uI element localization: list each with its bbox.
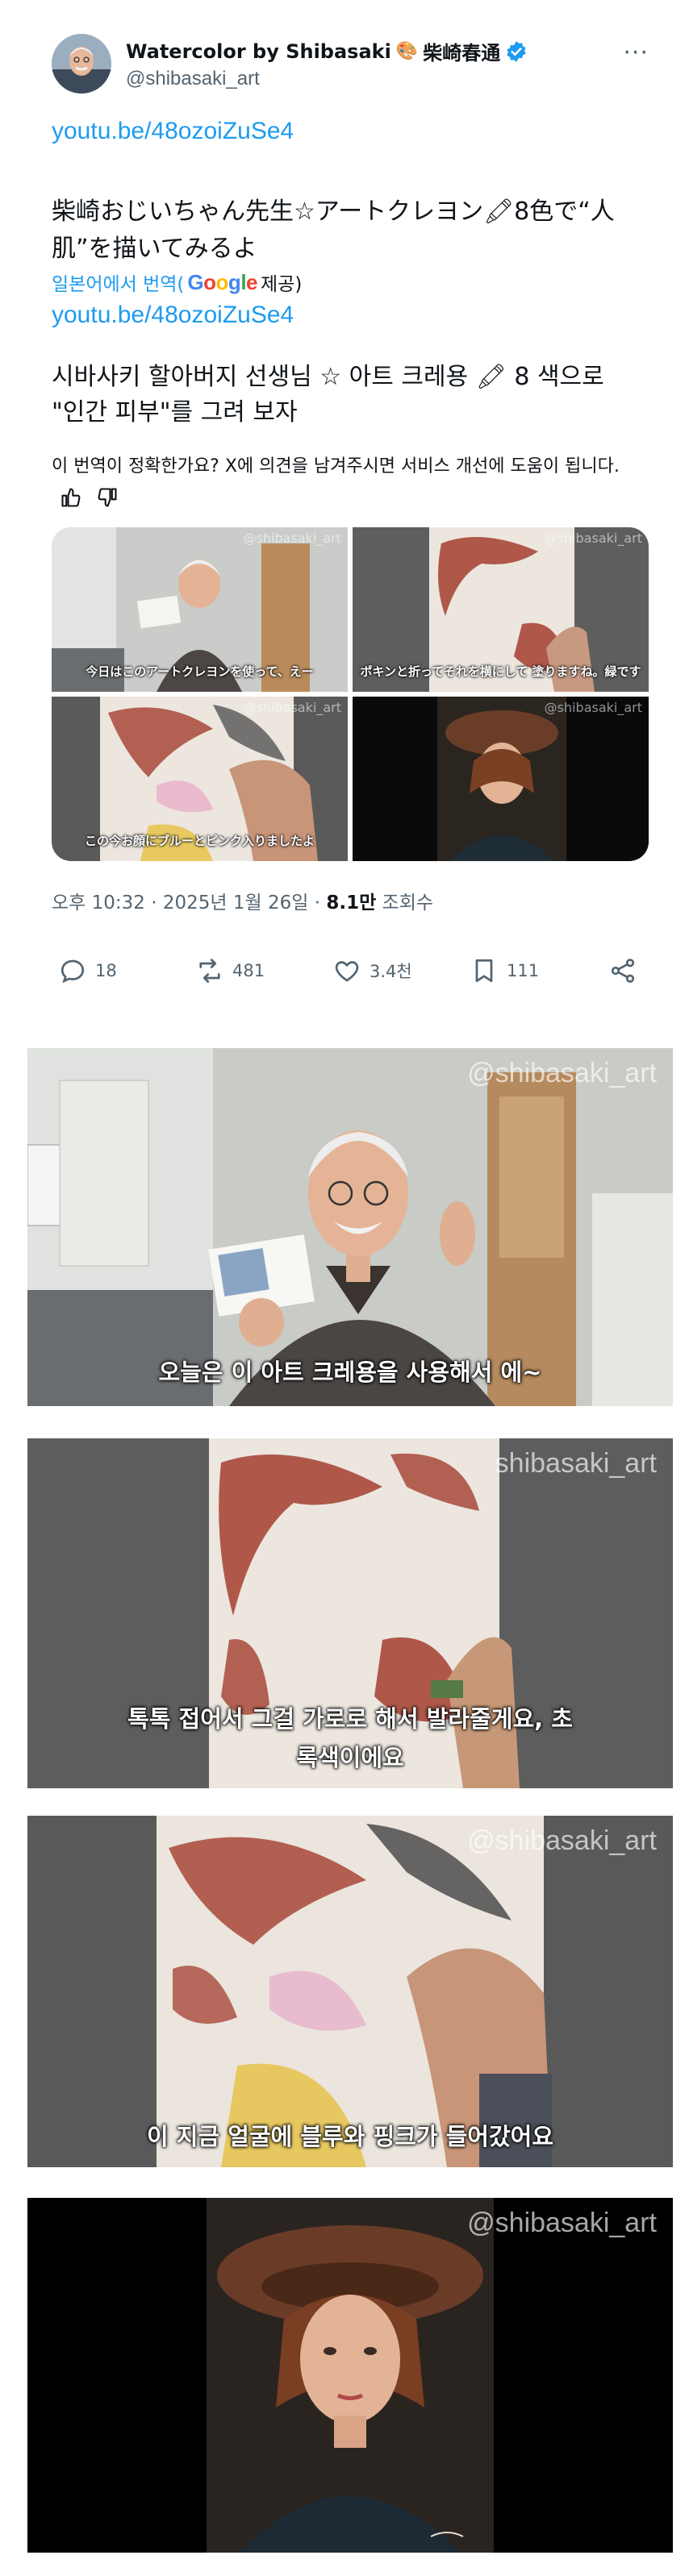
video-frame-4: @shibasaki_art bbox=[27, 2198, 673, 2553]
thumbnail-caption: 今日はこのアートクレヨンを使って、えー bbox=[86, 664, 314, 679]
video-frame-2: shibasaki_art 톡톡 접어서 그걸 가로로 해서 발라줄게요, 초록… bbox=[27, 1438, 673, 1788]
media-thumbnail-1[interactable]: @shibasaki_art 今日はこのアートクレヨンを使って、えー bbox=[52, 527, 348, 692]
like-button[interactable]: 3.4천 bbox=[332, 956, 412, 985]
repost-icon bbox=[199, 959, 220, 983]
media-grid: @shibasaki_art 今日はこのアートクレヨンを使って、えー @shib… bbox=[52, 527, 649, 861]
bookmark-count: 111 bbox=[507, 961, 540, 980]
like-count: 3.4천 bbox=[370, 962, 412, 981]
palette-icon: 🎨 bbox=[395, 41, 419, 61]
video-watermark: @shibasaki_art bbox=[467, 1825, 657, 1856]
video-link-translated[interactable]: youtu.be/48ozoiZuSe4 bbox=[52, 302, 294, 329]
share-button[interactable] bbox=[608, 956, 637, 985]
author-name-row[interactable]: Watercolor by Shibasaki 🎨 柴崎春通 bbox=[126, 37, 528, 65]
media-thumbnail-4[interactable]: @shibasaki_art bbox=[353, 697, 649, 861]
heart-icon bbox=[335, 961, 359, 982]
video-subtitle: 톡톡 접어서 그걸 가로로 해서 발라줄게요, 초록색이에요 bbox=[127, 1705, 573, 1771]
feedback-text: 이 번역이 정확한가요? X에 의견을 남겨주시면 서비스 개선에 도움이 됩니… bbox=[52, 456, 620, 476]
post-meta: 오후 10:32 · 2025년 1월 26일 · 8.1만 조회수 bbox=[52, 887, 433, 914]
author-name[interactable]: Watercolor by Shibasaki bbox=[126, 40, 391, 63]
bookmark-icon bbox=[475, 959, 493, 983]
author-handle[interactable]: @shibasaki_art bbox=[126, 68, 260, 90]
thumbnail-watermark: @shibasaki_art bbox=[243, 531, 341, 546]
author-name-jp[interactable]: 柴崎春通 bbox=[423, 37, 500, 65]
thumbnail-caption: この今お顔にブルーとピンク入りましたよ bbox=[84, 834, 315, 848]
verified-badge-icon bbox=[507, 40, 526, 62]
thumbnail-watermark: @shibasaki_art bbox=[544, 700, 642, 715]
bookmark-button[interactable]: 111 bbox=[470, 956, 539, 985]
view-label: 조회수 bbox=[376, 893, 434, 913]
post-header: Watercolor by Shibasaki 🎨 柴崎春通 @shibasak… bbox=[52, 34, 649, 100]
video-frame-1: @shibasaki_art 오늘은 이 아트 크레용을 사용해서 에~ bbox=[27, 1048, 673, 1406]
video-watermark: @shibasaki_art bbox=[467, 1058, 657, 1088]
reply-icon bbox=[61, 959, 85, 984]
thumbs-down-icon[interactable] bbox=[96, 486, 119, 509]
view-count: 8.1만 bbox=[326, 893, 377, 913]
thumbnail-caption: ポキンと折ってそれを横にして 塗りますね。緑です bbox=[360, 664, 641, 679]
translated-prefix: 일본어에서 번역( bbox=[52, 274, 185, 295]
translation-feedback: 이 번역이 정확한가요? X에 의견을 남겨주시면 서비스 개선에 도움이 됩니… bbox=[52, 452, 649, 513]
repost-button[interactable]: 481 bbox=[195, 956, 265, 985]
video-subtitle: 오늘은 이 아트 크레용을 사용해서 에~ bbox=[158, 1359, 542, 1386]
video-frame-3: @shibasaki_art 이 지금 얼굴에 블루와 핑크가 들어갔어요 bbox=[27, 1816, 673, 2167]
media-thumbnail-2[interactable]: @shibasaki_art ポキンと折ってそれを横にして 塗りますね。緑です bbox=[353, 527, 649, 692]
google-logo: Google bbox=[187, 269, 258, 294]
author-avatar[interactable] bbox=[52, 34, 111, 94]
thumbnail-watermark: @shibasaki_art bbox=[544, 531, 642, 546]
video-watermark: shibasaki_art bbox=[495, 1448, 657, 1479]
thumbs-up-icon[interactable] bbox=[60, 486, 82, 509]
more-options-icon[interactable]: ··· bbox=[623, 39, 649, 67]
video-link[interactable]: youtu.be/48ozoiZuSe4 bbox=[52, 118, 294, 145]
thumbnail-watermark: @shibasaki_art bbox=[243, 700, 341, 715]
reply-count: 18 bbox=[95, 961, 117, 980]
translated-by-google[interactable]: 일본어에서 번역( Google 제공) bbox=[52, 268, 302, 296]
share-icon bbox=[611, 959, 635, 983]
reply-button[interactable]: 18 bbox=[58, 956, 117, 985]
media-thumbnail-3[interactable]: @shibasaki_art この今お顔にブルーとピンク入りましたよ bbox=[52, 697, 348, 861]
repost-count: 481 bbox=[232, 961, 265, 980]
translated-suffix: 제공) bbox=[261, 274, 303, 295]
post-text-original: 柴崎おじいちゃん先生☆アートクレヨン🖍8色で“人肌”を描いてみるよ bbox=[52, 198, 615, 263]
post-text-translated: 시바사키 할아버지 선생님 ☆ 아트 크레용 🖍 8 색으로 "인간 피부"를 … bbox=[52, 363, 604, 427]
video-watermark: @shibasaki_art bbox=[467, 2208, 657, 2238]
action-bar: 18 481 3.4천 111 bbox=[52, 956, 649, 988]
post-timestamp[interactable]: 오후 10:32 · 2025년 1월 26일 · bbox=[52, 893, 326, 913]
video-subtitle: 이 지금 얼굴에 블루와 핑크가 들어갔어요 bbox=[146, 2123, 554, 2150]
